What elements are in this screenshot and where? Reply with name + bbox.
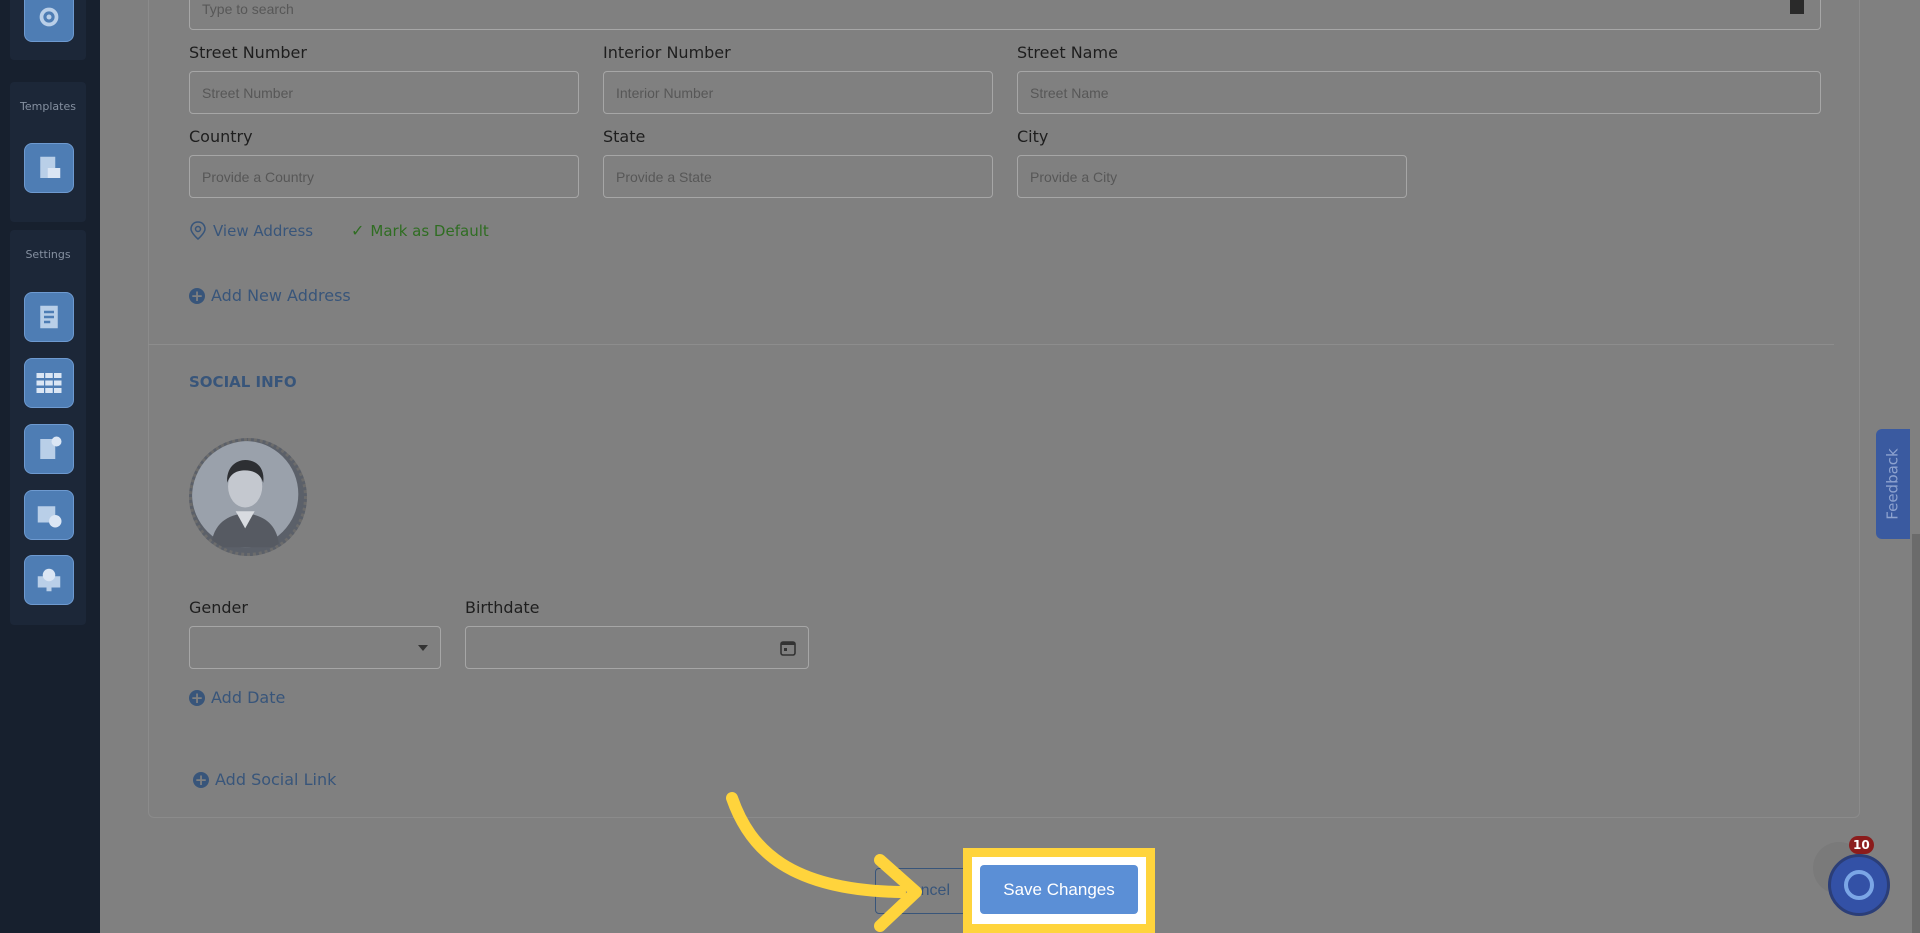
plus-circle-icon: +	[193, 770, 209, 789]
plus-circle-icon: +	[189, 286, 205, 305]
sidebar-item-templates[interactable]	[24, 143, 74, 193]
invoice-icon	[40, 436, 62, 459]
sidebar-item-reports[interactable]	[24, 292, 74, 342]
street-number-input[interactable]	[189, 71, 579, 114]
street-name-input[interactable]	[1017, 71, 1821, 114]
social-info-title: SOCIAL INFO	[189, 373, 297, 391]
chat-widget-button[interactable]	[1828, 854, 1890, 916]
view-address-link[interactable]: View Address	[189, 221, 313, 241]
birthdate-input[interactable]	[465, 626, 809, 669]
country-input[interactable]	[189, 155, 579, 198]
view-address-label: View Address	[213, 222, 314, 240]
street-name-label: Street Name	[1017, 43, 1118, 62]
sidebar-templates-title: Templates	[20, 100, 76, 113]
interior-number-input[interactable]	[603, 71, 993, 114]
save-highlight-inner: Save Changes	[972, 857, 1146, 924]
calendar-clock-icon	[37, 506, 62, 528]
save-highlight-frame: Save Changes	[963, 848, 1155, 933]
sidebar: Templates Settings	[0, 0, 100, 933]
grid-icon	[36, 373, 62, 393]
avatar[interactable]	[189, 438, 307, 556]
state-label: State	[603, 127, 646, 146]
gear-icon	[39, 7, 59, 27]
add-social-link-label: Add Social Link	[215, 770, 337, 789]
sidebar-item-monitor[interactable]	[24, 555, 74, 605]
sidebar-settings-title: Settings	[25, 248, 71, 261]
template-document-icon	[40, 156, 61, 178]
street-number-label: Street Number	[189, 43, 307, 62]
add-new-address-link[interactable]: + Add New Address	[189, 286, 351, 305]
tutorial-arrow-icon	[726, 792, 922, 932]
address-search-input[interactable]	[189, 0, 1821, 30]
person-silhouette-icon	[192, 441, 299, 548]
calendar-icon[interactable]	[780, 640, 796, 656]
add-new-address-label: Add New Address	[211, 286, 351, 305]
plus-circle-icon: +	[189, 688, 205, 707]
add-date-link[interactable]: + Add Date	[189, 688, 285, 707]
feedback-label: Feedback	[1884, 448, 1902, 520]
monitor-globe-icon	[37, 568, 61, 592]
country-label: Country	[189, 127, 253, 146]
caret-down-icon	[418, 644, 428, 651]
city-input[interactable]	[1017, 155, 1407, 198]
map-icon[interactable]	[1790, 0, 1804, 14]
report-icon	[40, 305, 58, 329]
interior-number-label: Interior Number	[603, 43, 731, 62]
mark-as-default-link[interactable]: ✓ Mark as Default	[351, 221, 489, 240]
section-divider	[148, 344, 1834, 345]
sidebar-item-invoices[interactable]	[24, 424, 74, 474]
sidebar-item-grid[interactable]	[24, 358, 74, 408]
state-input[interactable]	[603, 155, 993, 198]
gender-label: Gender	[189, 598, 248, 617]
contact-form-card	[148, 0, 1860, 818]
city-label: City	[1017, 127, 1049, 146]
chat-icon	[1844, 870, 1874, 900]
map-pin-icon	[190, 221, 206, 240]
sidebar-item-schedule[interactable]	[24, 490, 74, 540]
notification-badge: 10	[1849, 836, 1874, 854]
birthdate-label: Birthdate	[465, 598, 540, 617]
scrollbar[interactable]	[1912, 534, 1920, 933]
gender-select[interactable]	[189, 626, 441, 669]
add-date-label: Add Date	[211, 688, 286, 707]
check-icon: ✓	[351, 221, 365, 240]
mark-as-default-label: Mark as Default	[370, 221, 489, 240]
sidebar-item-settings-gear[interactable]	[24, 0, 74, 42]
add-social-link[interactable]: + Add Social Link	[193, 770, 336, 789]
feedback-tab[interactable]: Feedback	[1876, 429, 1910, 539]
save-changes-button[interactable]: Save Changes	[980, 865, 1138, 914]
